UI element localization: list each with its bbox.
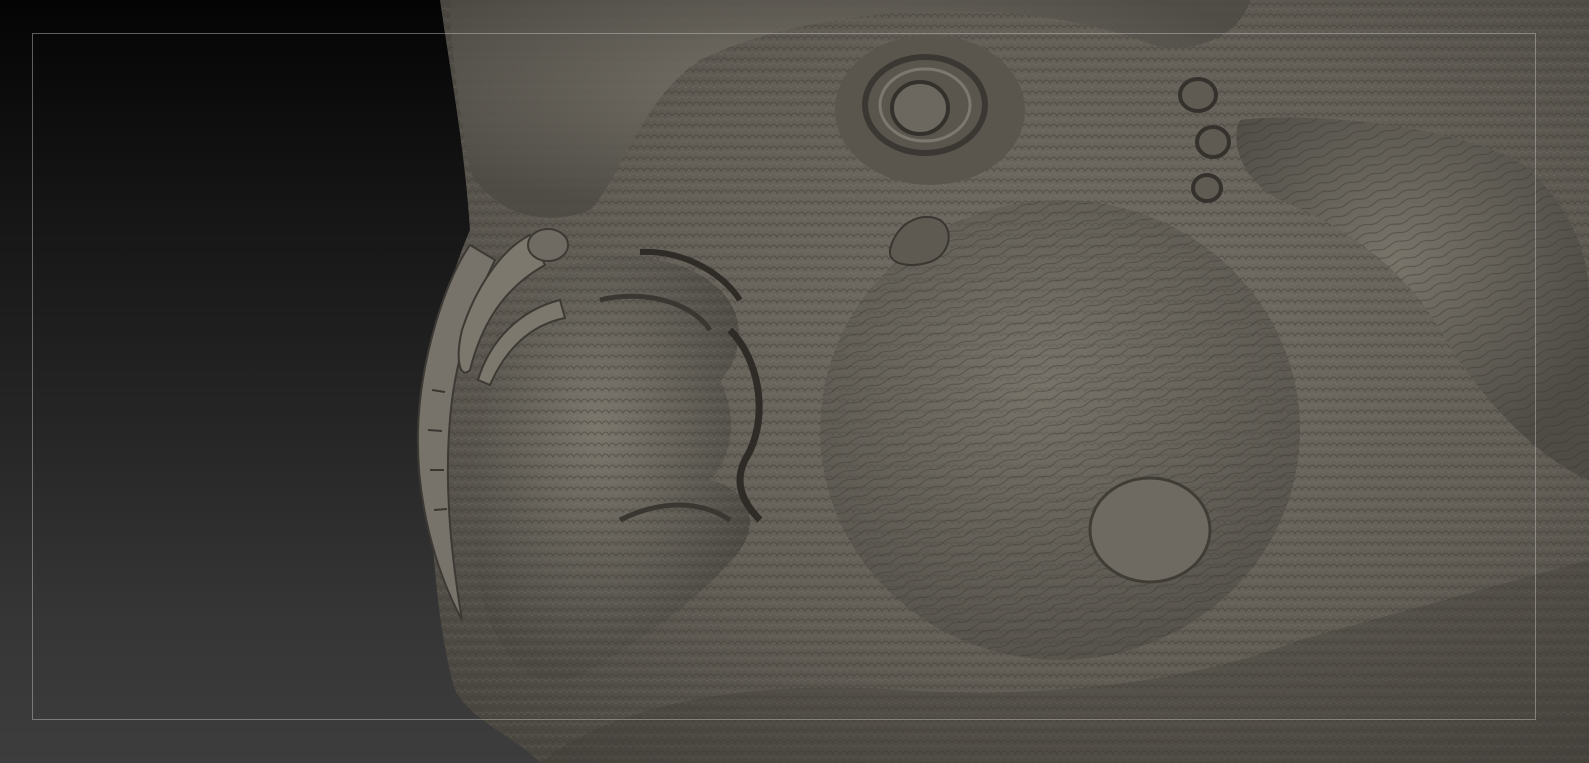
- sculpted-creature-head[interactable]: [0, 0, 1589, 763]
- cheek-boss: [1088, 476, 1212, 584]
- 3d-viewport[interactable]: [0, 0, 1589, 763]
- eye-icon: [890, 80, 950, 136]
